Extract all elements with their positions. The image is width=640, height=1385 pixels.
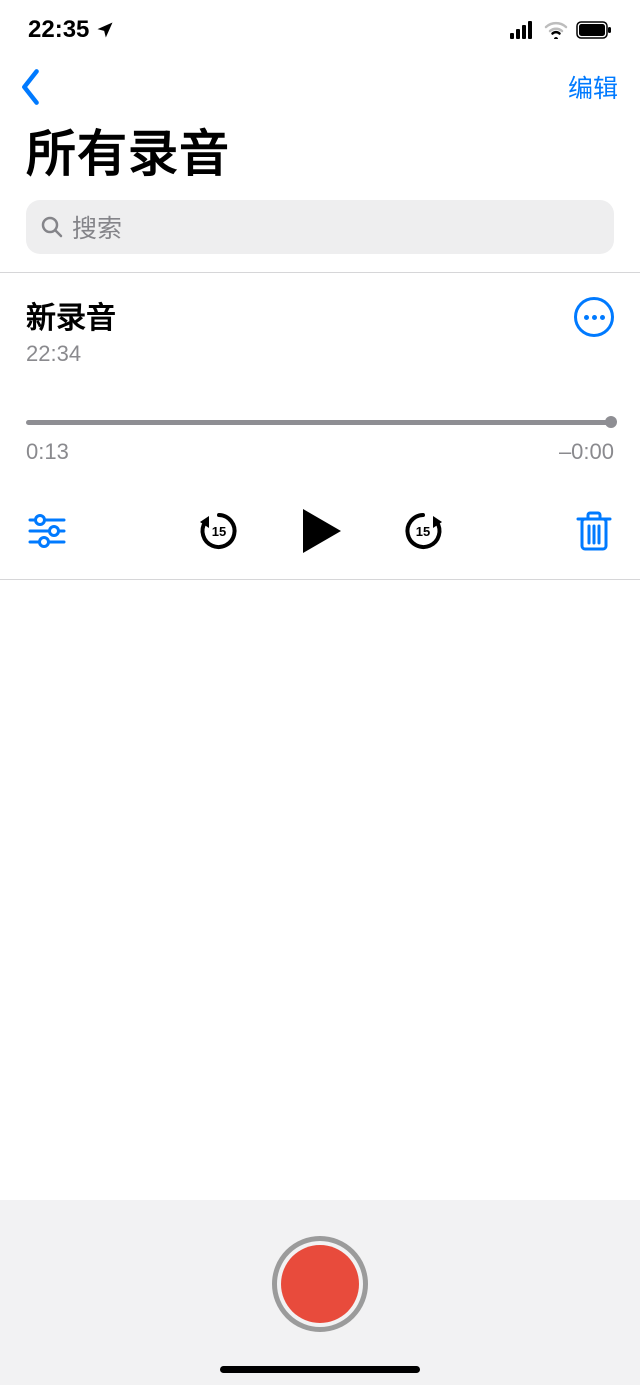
record-inner-icon	[281, 1245, 359, 1323]
scrub-track	[26, 420, 614, 425]
back-button[interactable]	[18, 68, 44, 106]
elapsed-time: 0:13	[26, 439, 69, 465]
scrub-handle[interactable]	[605, 416, 617, 428]
search-placeholder: 搜索	[72, 209, 122, 245]
recording-info: 新录音 22:34	[26, 293, 116, 367]
nav-bar: 编辑	[0, 60, 640, 114]
options-button[interactable]	[28, 514, 66, 548]
search-input[interactable]: 搜索	[26, 200, 614, 254]
svg-text:15: 15	[212, 524, 226, 539]
edit-button[interactable]: 编辑	[568, 69, 618, 105]
rewind-15-button[interactable]: 15	[197, 509, 241, 553]
controls-row: 15 15	[26, 507, 614, 555]
bottom-bar	[0, 1200, 640, 1385]
status-right	[510, 21, 612, 39]
recording-title: 新录音	[26, 293, 116, 337]
cellular-icon	[510, 21, 536, 39]
status-time: 22:35	[28, 16, 89, 44]
play-button[interactable]	[299, 507, 343, 555]
forward-15-button[interactable]: 15	[401, 509, 445, 553]
status-bar: 22:35	[0, 0, 640, 60]
svg-text:15: 15	[416, 524, 430, 539]
battery-icon	[576, 21, 612, 39]
status-left: 22:35	[28, 16, 115, 44]
record-button[interactable]	[272, 1236, 368, 1332]
title-row: 所有录音	[0, 114, 640, 196]
location-icon	[95, 20, 115, 40]
center-controls: 15 15	[197, 507, 445, 555]
recording-item: 新录音 22:34 0:13 –0:00	[0, 273, 640, 580]
page-title: 所有录音	[26, 114, 614, 186]
recording-head: 新录音 22:34	[26, 293, 614, 367]
recording-timestamp: 22:34	[26, 341, 116, 367]
time-row: 0:13 –0:00	[26, 439, 614, 465]
search-row: 搜索	[0, 196, 640, 272]
remaining-time: –0:00	[559, 439, 614, 465]
wifi-icon	[544, 21, 568, 39]
home-indicator[interactable]	[220, 1366, 420, 1373]
delete-button[interactable]	[576, 510, 612, 552]
playback-scrubber[interactable]	[26, 415, 614, 429]
search-icon	[40, 215, 64, 239]
more-button[interactable]	[574, 297, 614, 337]
